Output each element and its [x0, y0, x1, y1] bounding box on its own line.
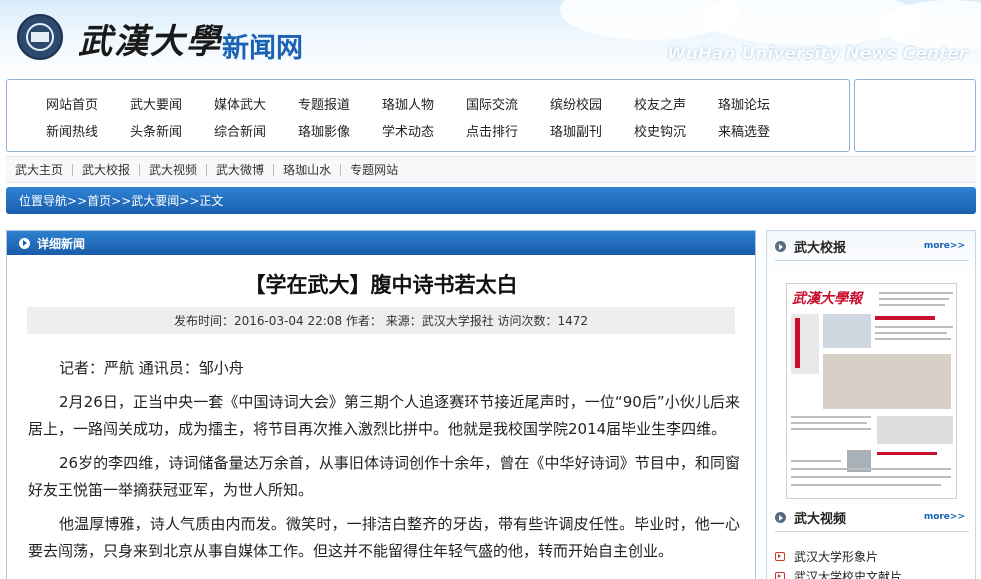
breadcrumb-sep: >>: [67, 193, 88, 208]
sidebar-video-header: 武大视频 more>>: [775, 504, 969, 532]
video-title: 武汉大学形象片: [794, 549, 879, 564]
article-paragraph: 26岁的李四维，诗词储备量达万余首，从事旧体诗词创作十余年，曾在《中华好诗词》节…: [28, 454, 740, 499]
subnav-item[interactable]: 武大主页: [6, 161, 72, 178]
subnav-item[interactable]: 珞珈山水: [274, 161, 340, 178]
nav-item[interactable]: 武大要闻: [130, 94, 214, 113]
nav-item[interactable]: 校史钩沉: [634, 121, 718, 140]
subnav-item[interactable]: 武大校报: [73, 161, 139, 178]
sidebar-paper-header: 武大校报 more>>: [775, 233, 969, 261]
nav-item[interactable]: 综合新闻: [214, 121, 298, 140]
sidebar-video-title: 武大视频: [794, 512, 847, 527]
breadcrumb-section[interactable]: 武大要闻: [131, 192, 179, 209]
main-nav: 网站首页 武大要闻 媒体武大 专题报道 珞珈人物 国际交流 缤纷校园 校友之声 …: [6, 79, 850, 152]
nav-row-1: 网站首页 武大要闻 媒体武大 专题报道 珞珈人物 国际交流 缤纷校园 校友之声 …: [46, 94, 802, 113]
article-meta: 发布时间：2016-03-04 22:08 作者： 来源：武汉大学报社 访问次数…: [27, 307, 735, 334]
video-title: 武汉大学校史文献片: [794, 569, 903, 579]
newspaper-masthead: 武漢大學報: [792, 291, 862, 307]
video-icon: [775, 551, 785, 561]
breadcrumb-sep: >>: [179, 193, 200, 208]
nav-item[interactable]: 网站首页: [46, 94, 130, 113]
nav-item[interactable]: 珞珈人物: [382, 94, 466, 113]
article-section-title: 详细新闻: [37, 236, 86, 251]
logo-text-news[interactable]: 新闻网: [222, 26, 303, 65]
article-paragraph: 记者：严航 通讯员：邹小舟: [59, 359, 244, 377]
newspaper-thumbnail[interactable]: 武漢大學報: [786, 283, 957, 499]
video-list: 武汉大学形象片 武汉大学校史文献片: [775, 546, 969, 579]
article-paragraph: 他温厚博雅，诗人气质由内而发。微笑时，一排洁白整齐的牙齿，带有些许调皮任性。毕业…: [28, 515, 740, 560]
nav-item[interactable]: 校友之声: [634, 94, 718, 113]
nav-item[interactable]: 媒体武大: [214, 94, 298, 113]
breadcrumb: 位置导航 >> 首页 >> 武大要闻 >> 正文: [6, 187, 976, 214]
logo-text-en: WuHan University News Center: [666, 44, 967, 64]
nav-item[interactable]: 学术动态: [382, 121, 466, 140]
nav-item[interactable]: 来稿选登: [718, 121, 802, 140]
article-paragraph: 2月26日，正当中央一套《中国诗词大会》第三期个人追逐赛环节接近尾声时，一位“9…: [28, 393, 740, 438]
article-body: 记者：严航 通讯员：邹小舟 2月26日，正当中央一套《中国诗词大会》第三期个人追…: [28, 355, 740, 572]
nav-item[interactable]: 珞珈论坛: [718, 94, 802, 113]
play-circle-icon: [775, 241, 786, 252]
subnav-item[interactable]: 专题网站: [341, 161, 407, 178]
site-header: 武漢大學 新闻网 WuHan University News Center: [0, 0, 981, 78]
video-list-item[interactable]: 武汉大学形象片: [775, 546, 969, 566]
sidebar-paper-title: 武大校报: [794, 241, 847, 256]
breadcrumb-current: 正文: [199, 194, 224, 208]
play-circle-icon: [19, 237, 30, 249]
nav-item[interactable]: 专题报道: [298, 94, 382, 113]
video-more-link[interactable]: more>>: [924, 512, 965, 522]
video-list-item[interactable]: 武汉大学校史文献片: [775, 566, 969, 579]
university-seal-icon[interactable]: [17, 14, 63, 60]
nav-item[interactable]: 珞珈副刊: [550, 121, 634, 140]
nav-row-2: 新闻热线 头条新闻 综合新闻 珞珈影像 学术动态 点击排行 珞珈副刊 校史钩沉 …: [46, 121, 802, 140]
article-panel-header: 详细新闻: [7, 231, 755, 255]
video-icon: [775, 571, 785, 579]
breadcrumb-home[interactable]: 首页: [87, 192, 111, 209]
nav-item[interactable]: 珞珈影像: [298, 121, 382, 140]
nav-item[interactable]: 点击排行: [466, 121, 550, 140]
nav-item[interactable]: 国际交流: [466, 94, 550, 113]
subnav-item[interactable]: 武大微博: [207, 161, 273, 178]
article-title: 【学在武大】腹中诗书若太白: [244, 273, 518, 297]
nav-side-box: [854, 79, 976, 152]
logo-text-cn[interactable]: 武漢大學: [78, 14, 222, 63]
nav-item[interactable]: 新闻热线: [46, 121, 130, 140]
subnav-item[interactable]: 武大视频: [140, 161, 206, 178]
play-circle-icon: [775, 512, 786, 523]
sidebar: 武大校报 more>> 武漢大學報 武大视频 more>> 武汉大学形象片 武汉…: [766, 230, 976, 579]
paper-more-link[interactable]: more>>: [924, 241, 965, 251]
nav-item[interactable]: 缤纷校园: [550, 94, 634, 113]
nav-item[interactable]: 头条新闻: [130, 121, 214, 140]
breadcrumb-sep: >>: [111, 193, 132, 208]
sub-nav: 武大主页 武大校报 武大视频 武大微博 珞珈山水 专题网站: [6, 156, 976, 183]
article-panel: 详细新闻 【学在武大】腹中诗书若太白 发布时间：2016-03-04 22:08…: [6, 230, 756, 579]
breadcrumb-label: 位置导航: [19, 194, 68, 208]
